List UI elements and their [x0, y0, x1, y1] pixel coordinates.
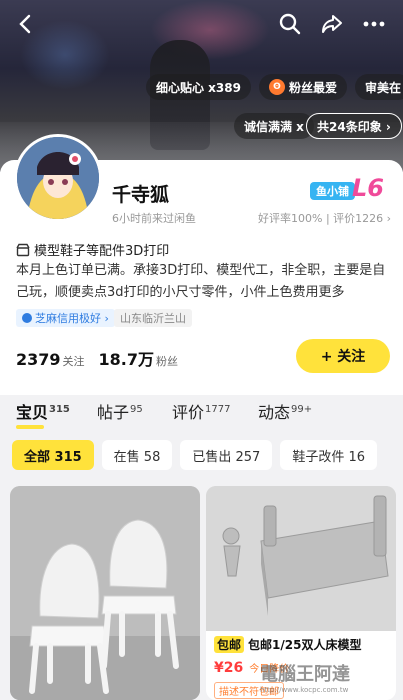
tab-posts[interactable]: 帖子95	[97, 399, 143, 423]
credit-icon	[22, 313, 32, 323]
filter-chip-all[interactable]: 全部 315	[12, 440, 94, 470]
tab-label: 评价	[172, 403, 205, 422]
back-icon[interactable]	[12, 10, 40, 38]
tab-count: 95	[130, 403, 143, 415]
product-title: 包邮 包邮1/25双人床模型	[214, 636, 361, 653]
credit-badge[interactable]: 芝麻信用极好 ›	[16, 309, 115, 327]
product-card[interactable]	[10, 486, 200, 700]
tab-activity[interactable]: 动态99+	[258, 399, 312, 423]
level-badge: L6	[352, 174, 384, 202]
active-tab-indicator	[16, 425, 44, 429]
impression-tag[interactable]: 诚信满满 x	[234, 113, 314, 139]
watermark-text: 電腦王阿達	[260, 664, 350, 685]
impression-summary-row: 共24条印象 ›	[306, 113, 402, 139]
impression-tag[interactable]: ʘ 粉丝最爱	[258, 74, 347, 100]
watermark-url: http://www.kocpc.com.tw	[260, 686, 349, 694]
seller-name: 千寺狐	[112, 184, 170, 206]
avatar-illustration	[17, 137, 99, 219]
avatar[interactable]	[14, 134, 102, 222]
shop-icon	[16, 243, 30, 256]
rating-summary-link[interactable]: 好评率100% | 评价1226 ›	[258, 210, 391, 226]
search-icon[interactable]	[276, 10, 304, 38]
follow-button[interactable]: + 关注	[296, 339, 390, 373]
fire-icon: ʘ	[268, 79, 285, 95]
credit-badge-label: 芝麻信用极好 ›	[35, 312, 109, 325]
tab-count: 315	[49, 403, 70, 415]
top-bar	[0, 8, 403, 40]
impression-tags-row: 细心贴心 x389 ʘ 粉丝最爱 审美在	[146, 74, 403, 100]
filter-chip-on-sale[interactable]: 在售 58	[101, 440, 173, 470]
bio-title-text: 模型鞋子等配件3D打印	[34, 244, 170, 259]
impression-tag[interactable]: 审美在	[354, 74, 403, 100]
tab-label: 动态	[258, 403, 291, 422]
seller-profile-page: 细心贴心 x389 ʘ 粉丝最爱 审美在 诚信满满 x 共24条印象 › 千寺狐 …	[0, 0, 403, 700]
bed-model-photo	[206, 486, 396, 631]
tab-label: 帖子	[97, 403, 130, 422]
bio-title: 模型鞋子等配件3D打印	[16, 240, 169, 259]
price-value: ¥26	[214, 660, 244, 676]
followers-count[interactable]: 18.7万 粉丝	[99, 346, 178, 370]
product-image	[206, 486, 396, 631]
impression-count-button[interactable]: 共24条印象 ›	[306, 113, 402, 139]
share-icon[interactable]	[318, 10, 346, 38]
tab-label: 宝贝	[16, 403, 49, 422]
bio-text[interactable]: 本月上色订单已满。承接3D打印、模型代工，非全职，主要是自己玩，顺便卖点3d打印…	[16, 260, 391, 304]
shop-badge[interactable]: 鱼小铺	[310, 182, 355, 200]
impression-tag[interactable]: 细心贴心 x389	[146, 74, 251, 100]
following-count[interactable]: 2379 关注	[16, 350, 85, 369]
more-icon[interactable]	[360, 10, 388, 38]
filter-chips: 全部 315 在售 58 已售出 257 鞋子改件 16	[12, 440, 377, 470]
chairs-photo	[10, 486, 200, 700]
impression-tag-label: 粉丝最爱	[288, 80, 337, 95]
watermark-logo: 電腦王阿達 http://www.kocpc.com.tw	[260, 660, 350, 694]
tab-items[interactable]: 宝贝315	[16, 399, 70, 429]
tab-reviews[interactable]: 评价1777	[172, 399, 230, 423]
tab-count: 99+	[291, 403, 313, 415]
stat-label: 粉丝	[156, 355, 179, 368]
content-tabs: 宝贝315 帖子95 评价1777 动态99+	[0, 395, 403, 429]
impression-tags-row: 诚信满满 x	[234, 113, 314, 139]
last-active-text: 6小时前来过闲鱼	[112, 212, 196, 225]
product-title-text: 包邮1/25双人床模型	[248, 638, 362, 652]
filter-chip-shoe-parts[interactable]: 鞋子改件 16	[280, 440, 377, 470]
filter-chip-sold[interactable]: 已售出 257	[180, 440, 273, 470]
stat-label: 关注	[62, 355, 85, 368]
follow-stats: 2379 关注 18.7万 粉丝	[16, 346, 178, 370]
stat-value: 2379	[16, 350, 61, 369]
tab-count: 1777	[205, 403, 231, 415]
location-tag: 山东临沂兰山	[114, 309, 192, 327]
product-image	[10, 486, 200, 700]
free-shipping-badge: 包邮	[214, 636, 245, 653]
stat-value: 18.7万	[98, 350, 155, 369]
